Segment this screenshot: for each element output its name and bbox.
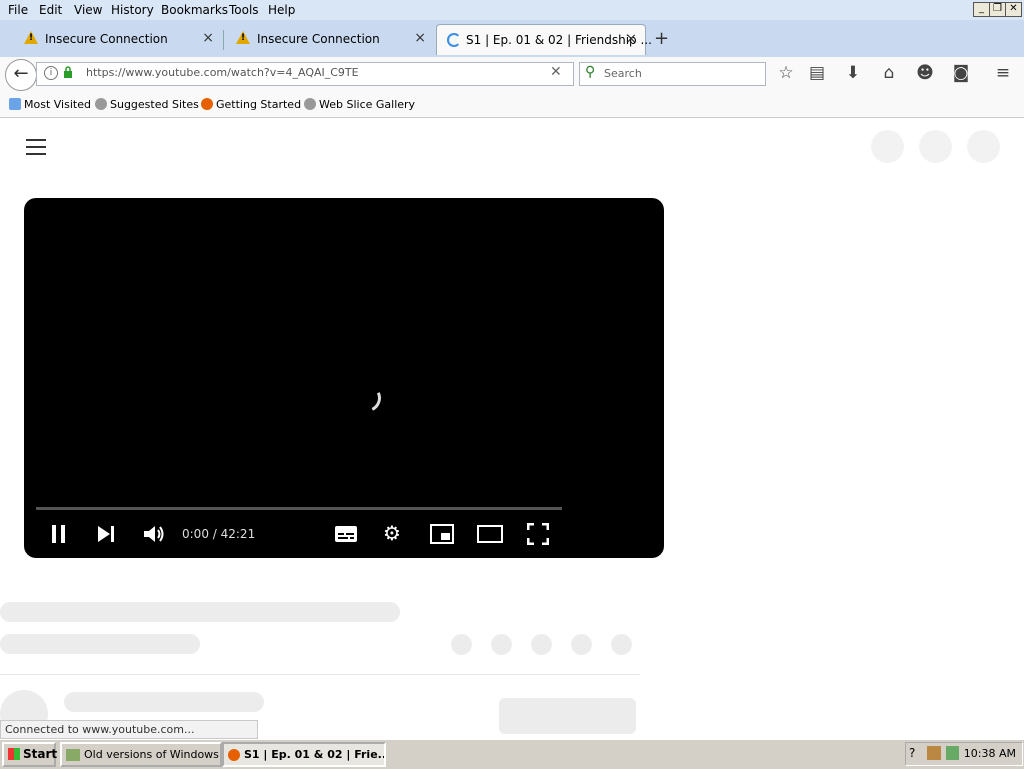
volume-icon[interactable] [143,524,165,544]
menu-file[interactable]: File [8,3,28,17]
home-icon[interactable]: ⌂ [878,63,900,83]
help-icon[interactable]: ? [909,746,915,760]
tab-close-icon[interactable]: × [414,30,426,46]
taskbar-item-old-windows[interactable]: Old versions of Windows... [60,742,222,767]
lock-icon [64,66,72,78]
reading-list-icon[interactable]: ▤ [806,63,828,83]
bookmark-most-visited[interactable]: Most Visited [9,98,91,111]
loading-spinner-icon [447,33,461,47]
taskbar-item-label: S1 | Ep. 01 & 02 | Frie... [244,748,386,761]
placeholder-circle [611,634,632,655]
warning-icon [236,31,250,44]
video-progress-bar[interactable] [36,507,562,510]
info-icon[interactable]: i [44,66,58,80]
clear-url-icon[interactable]: ✕ [550,64,562,80]
title-placeholder [0,602,400,622]
theater-mode-icon[interactable] [477,525,503,543]
minimize-button[interactable]: _ [973,2,990,17]
firefox-icon [201,98,213,110]
tab-label: Insecure Connection [45,32,168,46]
placeholder-circle [919,130,952,163]
chat-icon[interactable]: ☻ [914,63,936,83]
placeholder-circle [491,634,512,655]
network-icon[interactable] [927,746,941,760]
tab-active-video[interactable]: S1 | Ep. 01 & 02 | Friendship ... × [436,24,652,55]
tab-label: S1 | Ep. 01 & 02 | Friendship ... [466,33,652,47]
placeholder-circle [967,130,1000,163]
time-display: 0:00 / 42:21 [182,527,256,541]
subtitle-placeholder [0,634,200,654]
subscribe-placeholder [499,698,636,734]
globe-icon [304,98,316,110]
taskbar-item-label: Old versions of Windows... [84,748,222,761]
bookmark-web-slice-gallery[interactable]: Web Slice Gallery [304,98,416,111]
menu-bar: File Edit View History Bookmarks Tools H… [0,0,1024,20]
pause-icon[interactable] [50,524,68,544]
subtitles-icon[interactable] [334,525,358,543]
bookmark-suggested-sites[interactable]: Suggested Sites [95,98,199,111]
placeholder-circle [571,634,592,655]
warning-icon [24,31,38,44]
folder-icon [9,98,21,110]
bookmark-label: Suggested Sites [110,98,199,111]
start-label: Start [23,747,58,761]
clock[interactable]: 10:38 AM [964,747,1016,760]
app-icon [66,749,80,761]
menu-help[interactable]: Help [268,3,295,17]
menu-edit[interactable]: Edit [39,3,62,17]
back-button[interactable]: ← [5,59,37,91]
settings-gear-icon[interactable]: ⚙ [383,521,401,545]
tab-close-icon[interactable]: × [625,31,637,47]
placeholder-circle [451,634,472,655]
windows-logo-icon [8,748,20,760]
bookmark-getting-started[interactable]: Getting Started [201,98,302,111]
status-bar: Connected to www.youtube.com... [0,720,258,739]
new-tab-button[interactable]: + [654,28,669,49]
close-window-button[interactable]: ✕ [1005,2,1022,17]
menu-tools[interactable]: Tools [229,3,259,17]
bookmark-label: Web Slice Gallery [319,98,416,111]
pocket-icon[interactable]: ◙ [950,63,972,83]
fullscreen-icon[interactable] [527,523,549,545]
next-icon[interactable] [96,524,116,544]
menu-icon[interactable]: ≡ [992,63,1014,83]
star-icon[interactable]: ☆ [775,63,797,83]
placeholder-circle [531,634,552,655]
hamburger-menu-icon[interactable] [26,139,46,155]
system-tray: ? 10:38 AM [905,742,1023,766]
security-icon[interactable] [946,746,959,760]
globe-icon [95,98,107,110]
bookmark-label: Most Visited [24,98,91,111]
miniplayer-icon[interactable] [430,524,454,544]
divider [0,674,640,675]
menu-view[interactable]: View [74,3,102,17]
tab-label: Insecure Connection [257,32,380,46]
firefox-icon [228,749,240,761]
url-text[interactable]: https://www.youtube.com/watch?v=4_AQAI_C… [86,66,359,79]
tab-insecure-1[interactable]: Insecure Connection × [0,24,222,54]
menu-history[interactable]: History [111,3,154,17]
search-placeholder: Search [604,67,642,80]
menu-bookmarks[interactable]: Bookmarks [161,3,228,17]
restore-button[interactable]: ❐ [989,2,1006,17]
bookmark-label: Getting Started [216,98,302,111]
download-icon[interactable]: ⬇ [842,63,864,83]
search-icon: ⚲ [585,64,596,80]
video-player[interactable] [24,198,664,558]
channel-placeholder [64,692,264,712]
tab-insecure-2[interactable]: Insecure Connection × [212,24,434,54]
start-button[interactable]: Start [2,742,58,767]
taskbar-item-firefox[interactable]: S1 | Ep. 01 & 02 | Frie... [222,742,386,767]
placeholder-circle [871,130,904,163]
